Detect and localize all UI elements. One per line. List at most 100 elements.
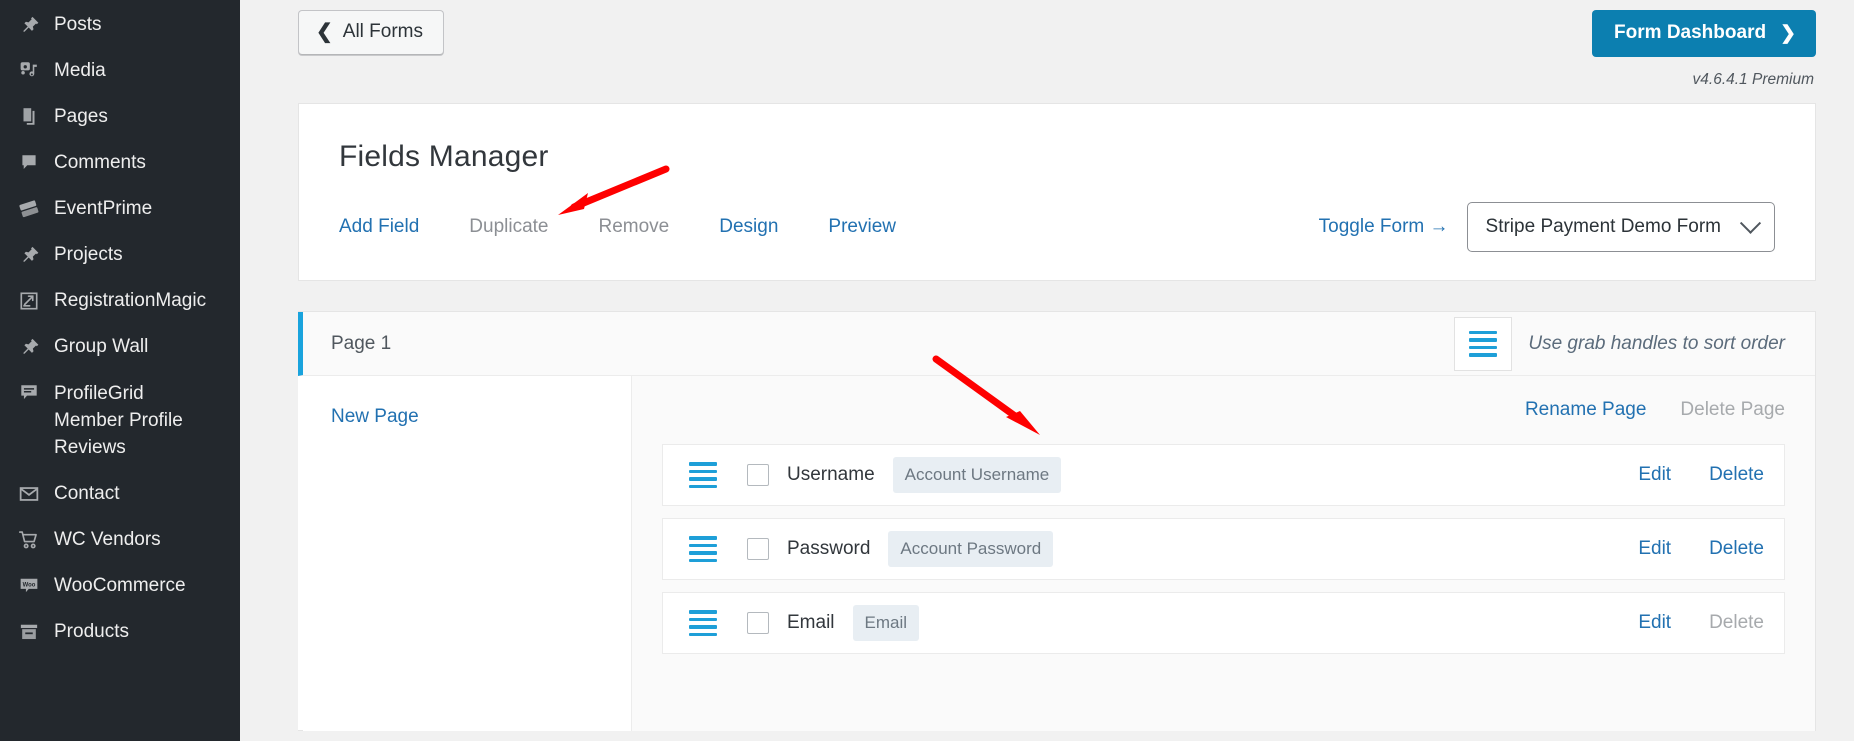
field-select-checkbox[interactable] xyxy=(747,612,769,634)
duplicate-link[interactable]: Duplicate xyxy=(469,216,548,238)
edit-link[interactable]: Edit xyxy=(1638,612,1671,634)
form-dashboard-button[interactable]: Form Dashboard ❯ xyxy=(1592,10,1816,57)
page-list-panel: New Page xyxy=(303,376,632,731)
sidebar-item-label: Posts xyxy=(54,14,102,35)
table-row[interactable]: Email Email Edit Delete xyxy=(662,592,1785,654)
toggle-form-link[interactable]: Toggle Form → xyxy=(1319,216,1449,238)
sidebar-item-woocommerce[interactable]: Woo WooCommerce xyxy=(0,563,240,609)
sidebar-item-label: ProfileGrid Member Profile Reviews xyxy=(54,383,183,458)
sidebar-item-pages[interactable]: Pages xyxy=(0,94,240,140)
grab-handle-icon[interactable] xyxy=(689,536,717,562)
sidebar-item-label: Comments xyxy=(54,152,146,173)
preview-link[interactable]: Preview xyxy=(828,216,896,238)
edit-link[interactable]: Edit xyxy=(1638,538,1671,560)
sidebar-item-group-wall[interactable]: Group Wall xyxy=(0,324,240,370)
field-badge: Account Username xyxy=(892,457,1062,493)
envelope-icon xyxy=(12,481,46,507)
sidebar-item-label: Contact xyxy=(54,483,120,504)
all-forms-label: All Forms xyxy=(342,21,423,42)
products-icon xyxy=(12,619,46,645)
sidebar-item-label: Products xyxy=(54,621,129,642)
grab-hint-group: Use grab handles to sort order xyxy=(1454,316,1785,371)
app-root: Posts Media Pages Comments EventPrime Pr… xyxy=(0,0,1854,741)
chevron-right-icon: ❯ xyxy=(1780,22,1796,44)
form-select-value: Stripe Payment Demo Form xyxy=(1485,216,1721,237)
comment-lines-icon xyxy=(12,380,46,406)
version-label: v4.6.4.1 Premium xyxy=(1692,71,1814,88)
add-field-link[interactable]: Add Field xyxy=(339,216,419,238)
delete-link[interactable]: Delete xyxy=(1709,538,1764,560)
media-icon xyxy=(12,58,46,84)
page-body: New Page Rename Page Delete Page Usernam… xyxy=(298,376,1815,731)
field-select-checkbox[interactable] xyxy=(747,464,769,486)
form-select[interactable]: Stripe Payment Demo Form xyxy=(1466,202,1775,252)
sidebar-item-products[interactable]: Products xyxy=(0,609,240,655)
delete-link[interactable]: Delete xyxy=(1709,464,1764,486)
pin-icon xyxy=(12,12,46,38)
svg-text:Woo: Woo xyxy=(23,582,36,588)
grab-handle-icon xyxy=(1469,330,1498,357)
sidebar-item-label: Group Wall xyxy=(54,336,149,357)
fields-action-bar: Add Field Duplicate Remove Design Previe… xyxy=(339,202,1775,252)
sidebar-item-media[interactable]: Media xyxy=(0,48,240,94)
sidebar-item-label: Media xyxy=(54,60,106,81)
field-badge: Account Password xyxy=(888,531,1054,567)
form-toggle-group: Toggle Form → Stripe Payment Demo Form xyxy=(1319,202,1775,252)
field-label: Email xyxy=(787,612,835,633)
edit-link[interactable]: Edit xyxy=(1638,464,1671,486)
page-block: Page 1 Use grab handles to sort order Ne… xyxy=(298,311,1816,731)
field-label: Password xyxy=(787,538,871,559)
design-link[interactable]: Design xyxy=(719,216,778,238)
comment-icon xyxy=(12,150,46,176)
form-edit-icon xyxy=(12,288,46,314)
delete-page-link[interactable]: Delete Page xyxy=(1680,399,1785,421)
rename-page-link[interactable]: Rename Page xyxy=(1525,399,1646,421)
sidebar-item-projects[interactable]: Projects xyxy=(0,232,240,278)
new-page-link[interactable]: New Page xyxy=(331,406,419,427)
fields-list-panel: Rename Page Delete Page Username Account… xyxy=(632,376,1815,731)
field-select-checkbox[interactable] xyxy=(747,538,769,560)
sidebar-item-posts[interactable]: Posts xyxy=(0,2,240,48)
sidebar-item-label: Projects xyxy=(54,244,123,265)
grab-handle-legend-button[interactable] xyxy=(1454,316,1513,371)
sidebar-item-label: WooCommerce xyxy=(54,575,186,596)
all-forms-button[interactable]: ❮ All Forms xyxy=(298,10,444,55)
ticket-icon xyxy=(12,196,46,222)
pages-icon xyxy=(12,104,46,130)
chevron-left-icon: ❮ xyxy=(316,21,333,43)
admin-sidebar: Posts Media Pages Comments EventPrime Pr… xyxy=(0,0,240,741)
page-tab-page-1[interactable]: Page 1 xyxy=(331,333,391,355)
sidebar-item-label: WC Vendors xyxy=(54,529,161,550)
sidebar-item-label: EventPrime xyxy=(54,198,153,219)
grab-handle-icon[interactable] xyxy=(689,462,717,488)
sidebar-item-contact[interactable]: Contact xyxy=(0,471,240,517)
page-action-links: Rename Page Delete Page xyxy=(662,376,1785,444)
delete-link[interactable]: Delete xyxy=(1709,612,1764,634)
fields-manager-panel: Fields Manager Add Field Duplicate Remov… xyxy=(298,103,1816,281)
remove-link[interactable]: Remove xyxy=(599,216,670,238)
sidebar-item-eventprime[interactable]: EventPrime xyxy=(0,186,240,232)
woo-icon: Woo xyxy=(12,573,46,599)
grab-hint-label: Use grab handles to sort order xyxy=(1528,332,1785,354)
page-title: Fields Manager xyxy=(339,140,549,173)
field-label: Username xyxy=(787,464,875,485)
table-row[interactable]: Password Account Password Edit Delete xyxy=(662,518,1785,580)
page-header: Page 1 Use grab handles to sort order xyxy=(298,312,1815,376)
cart-icon xyxy=(12,527,46,553)
sidebar-item-registrationmagic[interactable]: RegistrationMagic xyxy=(0,278,240,324)
sidebar-item-wc-vendors[interactable]: WC Vendors xyxy=(0,517,240,563)
chevron-down-icon xyxy=(1739,212,1762,234)
pin-icon xyxy=(12,334,46,360)
sidebar-item-comments[interactable]: Comments xyxy=(0,140,240,186)
sidebar-item-label: Pages xyxy=(54,106,108,127)
sidebar-item-label: RegistrationMagic xyxy=(54,290,207,311)
form-dashboard-label: Form Dashboard xyxy=(1614,22,1767,43)
table-row[interactable]: Username Account Username Edit Delete xyxy=(662,444,1785,506)
top-right-group: Form Dashboard ❯ v4.6.4.1 Premium xyxy=(1592,10,1816,89)
main-content: ❮ All Forms Form Dashboard ❯ v4.6.4.1 Pr… xyxy=(240,0,1854,741)
field-badge: Email xyxy=(852,605,920,641)
pin-icon xyxy=(12,242,46,268)
grab-handle-icon[interactable] xyxy=(689,610,717,636)
sidebar-item-profilegrid-member-profile-reviews[interactable]: ProfileGrid Member Profile Reviews xyxy=(0,370,240,471)
field-action-links: Add Field Duplicate Remove Design Previe… xyxy=(339,216,896,238)
